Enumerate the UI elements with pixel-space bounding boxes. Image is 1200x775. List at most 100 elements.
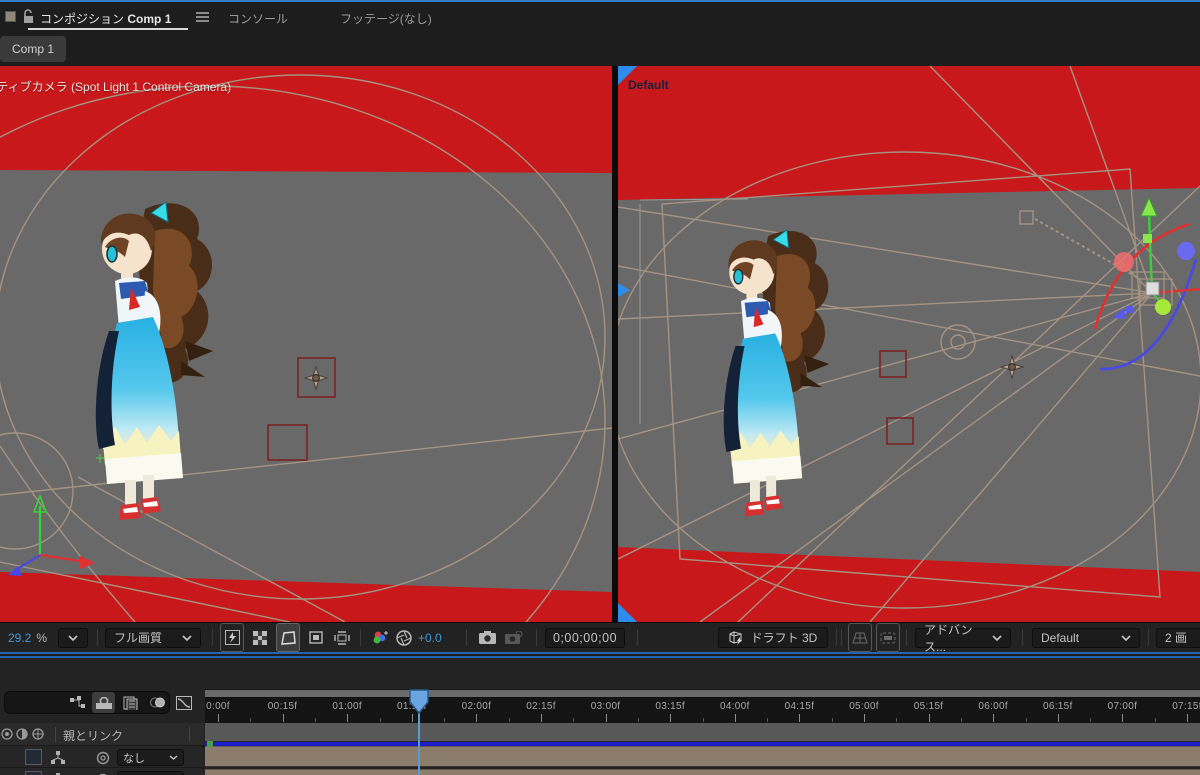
tab-console[interactable]: コンソール — [228, 10, 288, 27]
ruler-tick — [670, 714, 672, 722]
left-view-camera-label: アクティブカメラ (Spot Light 1 Control Camera) — [0, 80, 232, 94]
take-snapshot-button[interactable] — [476, 623, 500, 652]
exposure-value[interactable]: +0.0 — [418, 623, 442, 652]
shy-layers-button[interactable] — [92, 692, 115, 713]
motion-blur-button[interactable] — [146, 692, 169, 713]
ruler-tick — [928, 714, 930, 722]
draft-3d-cube-icon — [729, 630, 742, 645]
ruler-tick — [1122, 714, 1124, 722]
lightning-icon — [224, 630, 240, 645]
timeline-ruler[interactable]: 0:00f 00:15f 01:00f 01:15f 02:00f 02:15f 03:00… — [205, 698, 1200, 723]
ruler-tick — [476, 714, 478, 722]
timeline-track-area[interactable]: 0:00f 00:15f 01:00f 01:15f 02:00f 02:15f 03:00… — [205, 658, 1200, 775]
checkerboard-icon — [253, 630, 267, 645]
layer-bar[interactable] — [205, 746, 1200, 767]
views-count-button[interactable]: 2 画 — [1156, 623, 1200, 652]
ruler-tick — [1057, 714, 1059, 722]
fast-preview-button[interactable] — [220, 623, 244, 652]
graph-curve-icon — [175, 695, 192, 710]
ground-plane-grid-icon — [852, 632, 868, 643]
layer-row[interactable]: なし — [0, 769, 204, 775]
ruler-label: 02:15f — [526, 701, 556, 712]
layer-bar[interactable] — [205, 769, 1200, 775]
exposure-button[interactable] — [392, 623, 416, 652]
parent-dropdown[interactable]: なし — [117, 749, 184, 766]
right-view-label: Default — [628, 78, 669, 92]
resolution-dropdown[interactable]: フル画質 — [105, 623, 201, 652]
timeline-left-columns: 親とリンク なし — [0, 723, 204, 775]
composition-flowchart-button[interactable] — [66, 692, 89, 713]
channels-button[interactable] — [368, 623, 392, 652]
tab-composition[interactable]: コンポジション Comp 1 — [40, 10, 171, 27]
ground-plane-button[interactable] — [848, 623, 872, 652]
unlocked-padlock-icon[interactable] — [22, 9, 34, 24]
ruler-label: 07:15f — [1172, 701, 1200, 712]
time-navigator-bar[interactable] — [205, 689, 1200, 698]
show-snapshot-button[interactable] — [502, 623, 526, 652]
chevron-down-icon — [992, 634, 1002, 641]
mask-shape-icon — [280, 630, 296, 645]
timeline-panel: 0:00f 00:15f 01:00f 01:15f 02:00f 02:15f 03:00… — [0, 658, 1200, 775]
ruler-minor-tick — [702, 718, 704, 722]
ruler-minor-tick — [637, 718, 639, 722]
ruler-label: 07:00f — [1107, 701, 1138, 712]
viewport-left-canvas[interactable] — [0, 66, 612, 622]
crop-marks-icon — [334, 630, 350, 645]
ruler-label: 04:00f — [719, 701, 750, 712]
flowchart-icon — [69, 696, 85, 708]
parent-link-header: 親とリンク — [63, 729, 124, 743]
motion-blur-circles-icon — [149, 697, 165, 708]
camera-ghost-icon — [505, 630, 523, 644]
chevron-down-icon — [1121, 634, 1131, 641]
magnification-value[interactable]: 29.2 % — [8, 623, 47, 652]
ruler-label: 06:00f — [978, 701, 1008, 712]
graph-editor-button[interactable] — [172, 692, 195, 713]
composition-viewer: アクティブカメラ (Spot Light 1 Control Camera) D… — [0, 66, 1200, 622]
frame-blending-button[interactable] — [119, 692, 142, 713]
viewport-right-canvas[interactable] — [618, 66, 1200, 622]
ruler-tick — [605, 714, 607, 722]
ruler-minor-tick — [314, 718, 316, 722]
ruler-minor-tick — [1090, 718, 1092, 722]
viewport-active-camera[interactable] — [0, 66, 612, 622]
ruler-label: 01:00f — [332, 701, 362, 712]
playhead-handle[interactable] — [409, 689, 429, 715]
view-layout-preset-dropdown[interactable]: Default — [1032, 623, 1140, 652]
globe-icon — [32, 728, 44, 740]
roi-rect-icon — [309, 631, 323, 644]
layer-row[interactable]: なし — [0, 747, 204, 768]
crop-region-button[interactable] — [330, 623, 354, 652]
viewer-toolbar: 29.2 % フル画質 +0.0 0;00;00;00 ドラフト 3D アドバン… — [0, 622, 1200, 654]
transparency-grid-button[interactable] — [248, 623, 272, 652]
ruler-minor-tick — [960, 718, 962, 722]
ruler-label: 03:00f — [590, 701, 621, 712]
mask-visibility-button[interactable] — [276, 623, 300, 652]
tab-footage[interactable]: フッテージ(なし) — [340, 10, 432, 27]
active-tab-underline — [28, 28, 188, 30]
work-area-start-handle[interactable] — [207, 741, 213, 747]
viewport-default-view[interactable] — [618, 66, 1200, 622]
draft-3d-button[interactable]: ドラフト 3D — [718, 623, 828, 652]
parent-dropdown[interactable]: なし — [117, 771, 184, 775]
extended-viewer-button[interactable] — [876, 623, 900, 652]
timecode-display[interactable]: 0;00;00;00 — [545, 623, 625, 652]
panel-drop-zone-icon — [5, 11, 16, 22]
work-area-bar[interactable] — [205, 723, 1200, 742]
renderer-dropdown[interactable]: アドバンス... — [915, 623, 1011, 654]
ruler-minor-tick — [444, 718, 446, 722]
ruler-label: 05:00f — [849, 701, 879, 712]
panel-menu-hamburger-icon[interactable] — [196, 12, 209, 23]
ruler-minor-tick — [1154, 718, 1156, 722]
layer-color-swatch[interactable] — [25, 749, 42, 765]
magnification-dropdown[interactable] — [58, 623, 88, 652]
region-of-interest-button[interactable] — [304, 623, 328, 652]
ruler-minor-tick — [573, 718, 575, 722]
ruler-label: 06:15f — [1042, 701, 1073, 712]
pick-whip-spiral-icon[interactable] — [96, 751, 110, 765]
timeline-column-header: 親とリンク — [0, 723, 204, 746]
ruler-tick — [799, 714, 801, 722]
ruler-label: 04:15f — [784, 701, 815, 712]
ruler-label: 02:00f — [461, 701, 492, 712]
comp-tab-comp1[interactable]: Comp 1 — [0, 36, 66, 62]
layer-color-swatch[interactable] — [25, 771, 42, 775]
